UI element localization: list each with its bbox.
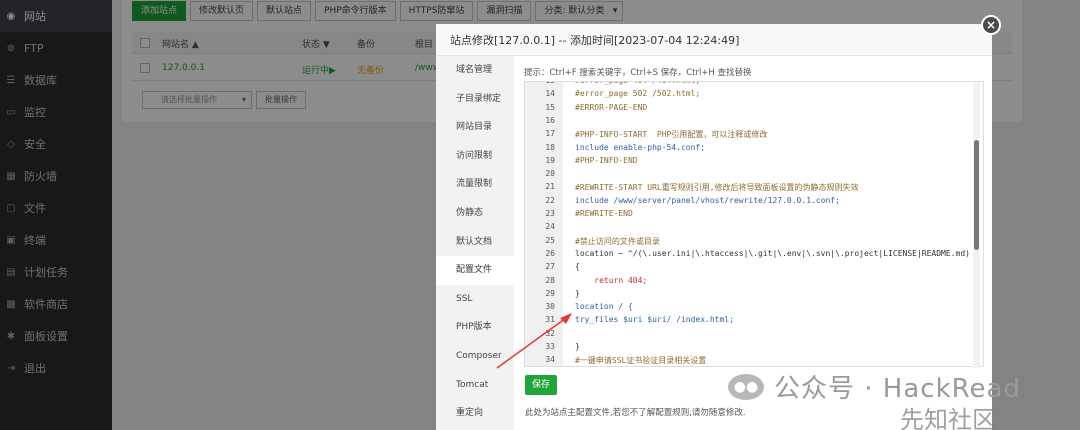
arrow-head (560, 313, 572, 324)
arrow-line (496, 317, 567, 369)
watermark-secondary: 先知社区 (900, 406, 996, 430)
wechat-icon: ●● (728, 373, 764, 400)
annotation-arrow (496, 313, 572, 369)
